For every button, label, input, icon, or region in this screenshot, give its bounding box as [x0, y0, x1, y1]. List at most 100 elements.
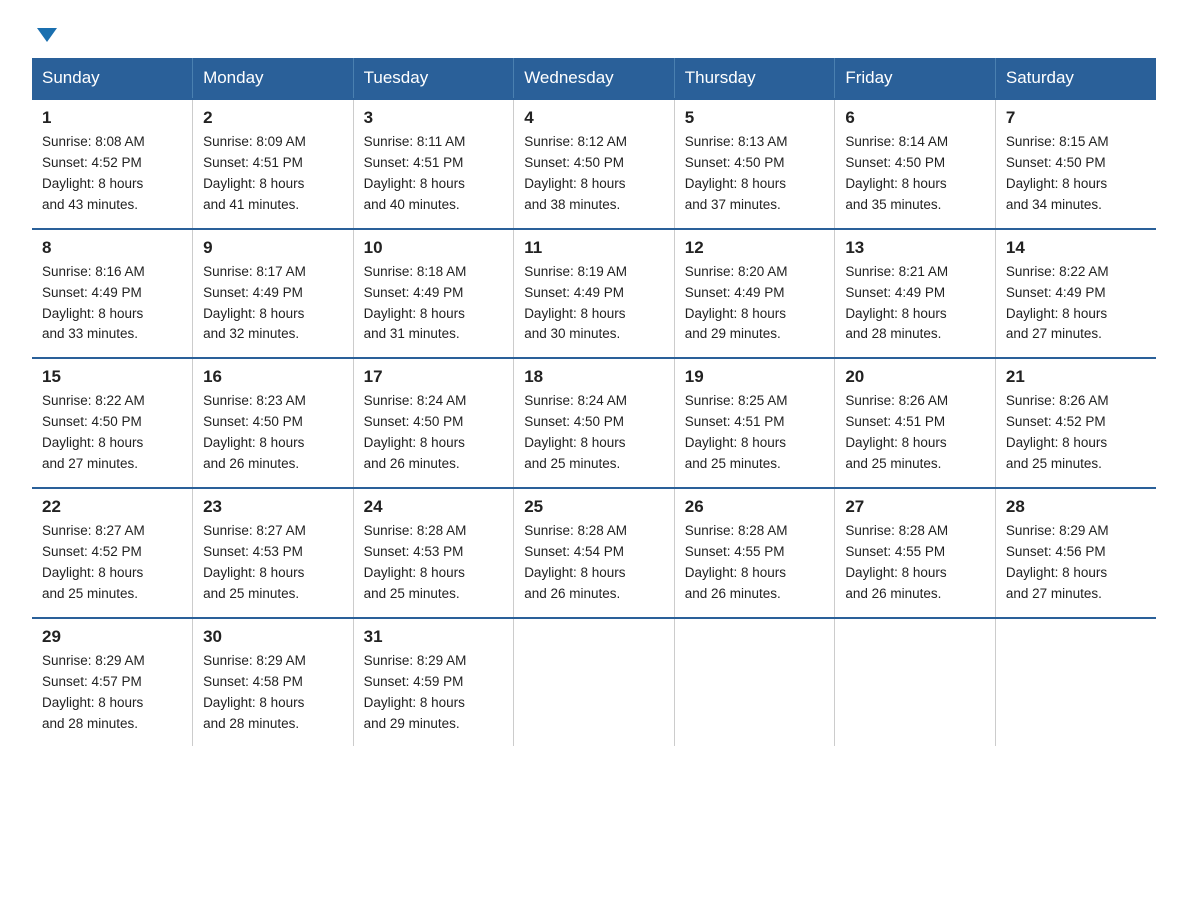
calendar-cell: 28 Sunrise: 8:29 AMSunset: 4:56 PMDayligh…: [995, 488, 1156, 618]
calendar-cell: 10Sunrise: 8:18 AMSunset: 4:49 PMDayligh…: [353, 229, 514, 359]
calendar-cell: 24 Sunrise: 8:28 AMSunset: 4:53 PMDayligh…: [353, 488, 514, 618]
day-number: 29: [42, 627, 182, 647]
day-number: 21: [1006, 367, 1146, 387]
calendar-cell: 25 Sunrise: 8:28 AMSunset: 4:54 PMDayligh…: [514, 488, 675, 618]
calendar-cell: 19Sunrise: 8:25 AMSunset: 4:51 PMDayligh…: [674, 358, 835, 488]
calendar-week-row: 29 Sunrise: 8:29 AMSunset: 4:57 PMDayligh…: [32, 618, 1156, 747]
day-number: 22: [42, 497, 182, 517]
day-number: 15: [42, 367, 182, 387]
day-info: Sunrise: 8:24 AMSunset: 4:50 PMDaylight:…: [524, 391, 664, 475]
calendar-cell: [995, 618, 1156, 747]
day-number: 26: [685, 497, 825, 517]
day-number: 20: [845, 367, 985, 387]
calendar-cell: 22 Sunrise: 8:27 AMSunset: 4:52 PMDayligh…: [32, 488, 193, 618]
day-info: Sunrise: 8:13 AMSunset: 4:50 PMDaylight:…: [685, 132, 825, 216]
calendar-table: SundayMondayTuesdayWednesdayThursdayFrid…: [32, 58, 1156, 746]
day-number: 4: [524, 108, 664, 128]
day-number: 17: [364, 367, 504, 387]
day-number: 9: [203, 238, 343, 258]
calendar-cell: 2 Sunrise: 8:09 AMSunset: 4:51 PMDaylight…: [193, 99, 354, 229]
day-number: 31: [364, 627, 504, 647]
calendar-cell: 1 Sunrise: 8:08 AMSunset: 4:52 PMDaylight…: [32, 99, 193, 229]
day-info: Sunrise: 8:27 AMSunset: 4:53 PMDaylight:…: [203, 521, 343, 605]
weekday-header-monday: Monday: [193, 58, 354, 99]
day-number: 25: [524, 497, 664, 517]
day-number: 8: [42, 238, 182, 258]
day-info: Sunrise: 8:18 AMSunset: 4:49 PMDaylight:…: [364, 262, 504, 346]
day-number: 24: [364, 497, 504, 517]
weekday-header-row: SundayMondayTuesdayWednesdayThursdayFrid…: [32, 58, 1156, 99]
day-info: Sunrise: 8:19 AMSunset: 4:49 PMDaylight:…: [524, 262, 664, 346]
logo-general: [32, 24, 57, 42]
logo-arrow-icon: [37, 28, 57, 42]
calendar-cell: 20 Sunrise: 8:26 AMSunset: 4:51 PMDayligh…: [835, 358, 996, 488]
day-number: 28: [1006, 497, 1146, 517]
day-info: Sunrise: 8:21 AMSunset: 4:49 PMDaylight:…: [845, 262, 985, 346]
calendar-cell: [835, 618, 996, 747]
day-number: 18: [524, 367, 664, 387]
day-info: Sunrise: 8:23 AMSunset: 4:50 PMDaylight:…: [203, 391, 343, 475]
day-number: 14: [1006, 238, 1146, 258]
calendar-cell: 27 Sunrise: 8:28 AMSunset: 4:55 PMDayligh…: [835, 488, 996, 618]
day-info: Sunrise: 8:16 AMSunset: 4:49 PMDaylight:…: [42, 262, 182, 346]
day-info: Sunrise: 8:12 AMSunset: 4:50 PMDaylight:…: [524, 132, 664, 216]
day-info: Sunrise: 8:28 AMSunset: 4:53 PMDaylight:…: [364, 521, 504, 605]
calendar-cell: 31 Sunrise: 8:29 AMSunset: 4:59 PMDayligh…: [353, 618, 514, 747]
day-info: Sunrise: 8:09 AMSunset: 4:51 PMDaylight:…: [203, 132, 343, 216]
weekday-header-saturday: Saturday: [995, 58, 1156, 99]
calendar-cell: 23Sunrise: 8:27 AMSunset: 4:53 PMDayligh…: [193, 488, 354, 618]
day-number: 13: [845, 238, 985, 258]
day-number: 2: [203, 108, 343, 128]
calendar-cell: 4 Sunrise: 8:12 AMSunset: 4:50 PMDaylight…: [514, 99, 675, 229]
calendar-week-row: 22 Sunrise: 8:27 AMSunset: 4:52 PMDayligh…: [32, 488, 1156, 618]
day-info: Sunrise: 8:29 AMSunset: 4:59 PMDaylight:…: [364, 651, 504, 735]
day-info: Sunrise: 8:17 AMSunset: 4:49 PMDaylight:…: [203, 262, 343, 346]
calendar-week-row: 15 Sunrise: 8:22 AMSunset: 4:50 PMDayligh…: [32, 358, 1156, 488]
day-info: Sunrise: 8:26 AMSunset: 4:51 PMDaylight:…: [845, 391, 985, 475]
day-info: Sunrise: 8:11 AMSunset: 4:51 PMDaylight:…: [364, 132, 504, 216]
day-number: 11: [524, 238, 664, 258]
day-info: Sunrise: 8:29 AMSunset: 4:58 PMDaylight:…: [203, 651, 343, 735]
calendar-cell: 13 Sunrise: 8:21 AMSunset: 4:49 PMDayligh…: [835, 229, 996, 359]
day-info: Sunrise: 8:14 AMSunset: 4:50 PMDaylight:…: [845, 132, 985, 216]
calendar-cell: 7 Sunrise: 8:15 AMSunset: 4:50 PMDaylight…: [995, 99, 1156, 229]
calendar-body: 1 Sunrise: 8:08 AMSunset: 4:52 PMDaylight…: [32, 99, 1156, 746]
calendar-cell: 9 Sunrise: 8:17 AMSunset: 4:49 PMDaylight…: [193, 229, 354, 359]
calendar-cell: [514, 618, 675, 747]
calendar-week-row: 1 Sunrise: 8:08 AMSunset: 4:52 PMDaylight…: [32, 99, 1156, 229]
day-info: Sunrise: 8:15 AMSunset: 4:50 PMDaylight:…: [1006, 132, 1146, 216]
calendar-cell: 14Sunrise: 8:22 AMSunset: 4:49 PMDayligh…: [995, 229, 1156, 359]
day-info: Sunrise: 8:29 AMSunset: 4:57 PMDaylight:…: [42, 651, 182, 735]
calendar-cell: 26 Sunrise: 8:28 AMSunset: 4:55 PMDayligh…: [674, 488, 835, 618]
day-number: 12: [685, 238, 825, 258]
day-info: Sunrise: 8:29 AMSunset: 4:56 PMDaylight:…: [1006, 521, 1146, 605]
day-info: Sunrise: 8:22 AMSunset: 4:50 PMDaylight:…: [42, 391, 182, 475]
calendar-cell: 6Sunrise: 8:14 AMSunset: 4:50 PMDaylight…: [835, 99, 996, 229]
weekday-header-friday: Friday: [835, 58, 996, 99]
calendar-cell: 29 Sunrise: 8:29 AMSunset: 4:57 PMDayligh…: [32, 618, 193, 747]
calendar-cell: 21Sunrise: 8:26 AMSunset: 4:52 PMDayligh…: [995, 358, 1156, 488]
day-info: Sunrise: 8:28 AMSunset: 4:55 PMDaylight:…: [685, 521, 825, 605]
day-number: 27: [845, 497, 985, 517]
day-number: 1: [42, 108, 182, 128]
day-number: 30: [203, 627, 343, 647]
calendar-cell: 16 Sunrise: 8:23 AMSunset: 4:50 PMDayligh…: [193, 358, 354, 488]
calendar-week-row: 8 Sunrise: 8:16 AMSunset: 4:49 PMDaylight…: [32, 229, 1156, 359]
day-number: 3: [364, 108, 504, 128]
calendar-cell: 15 Sunrise: 8:22 AMSunset: 4:50 PMDayligh…: [32, 358, 193, 488]
weekday-header-wednesday: Wednesday: [514, 58, 675, 99]
calendar-cell: 12Sunrise: 8:20 AMSunset: 4:49 PMDayligh…: [674, 229, 835, 359]
day-info: Sunrise: 8:28 AMSunset: 4:55 PMDaylight:…: [845, 521, 985, 605]
weekday-header-sunday: Sunday: [32, 58, 193, 99]
day-info: Sunrise: 8:27 AMSunset: 4:52 PMDaylight:…: [42, 521, 182, 605]
day-info: Sunrise: 8:24 AMSunset: 4:50 PMDaylight:…: [364, 391, 504, 475]
day-number: 7: [1006, 108, 1146, 128]
day-number: 16: [203, 367, 343, 387]
calendar-cell: 30 Sunrise: 8:29 AMSunset: 4:58 PMDayligh…: [193, 618, 354, 747]
calendar-cell: 5Sunrise: 8:13 AMSunset: 4:50 PMDaylight…: [674, 99, 835, 229]
page-header: [32, 24, 1156, 38]
day-info: Sunrise: 8:28 AMSunset: 4:54 PMDaylight:…: [524, 521, 664, 605]
day-info: Sunrise: 8:25 AMSunset: 4:51 PMDaylight:…: [685, 391, 825, 475]
day-info: Sunrise: 8:08 AMSunset: 4:52 PMDaylight:…: [42, 132, 182, 216]
logo: [32, 24, 57, 38]
